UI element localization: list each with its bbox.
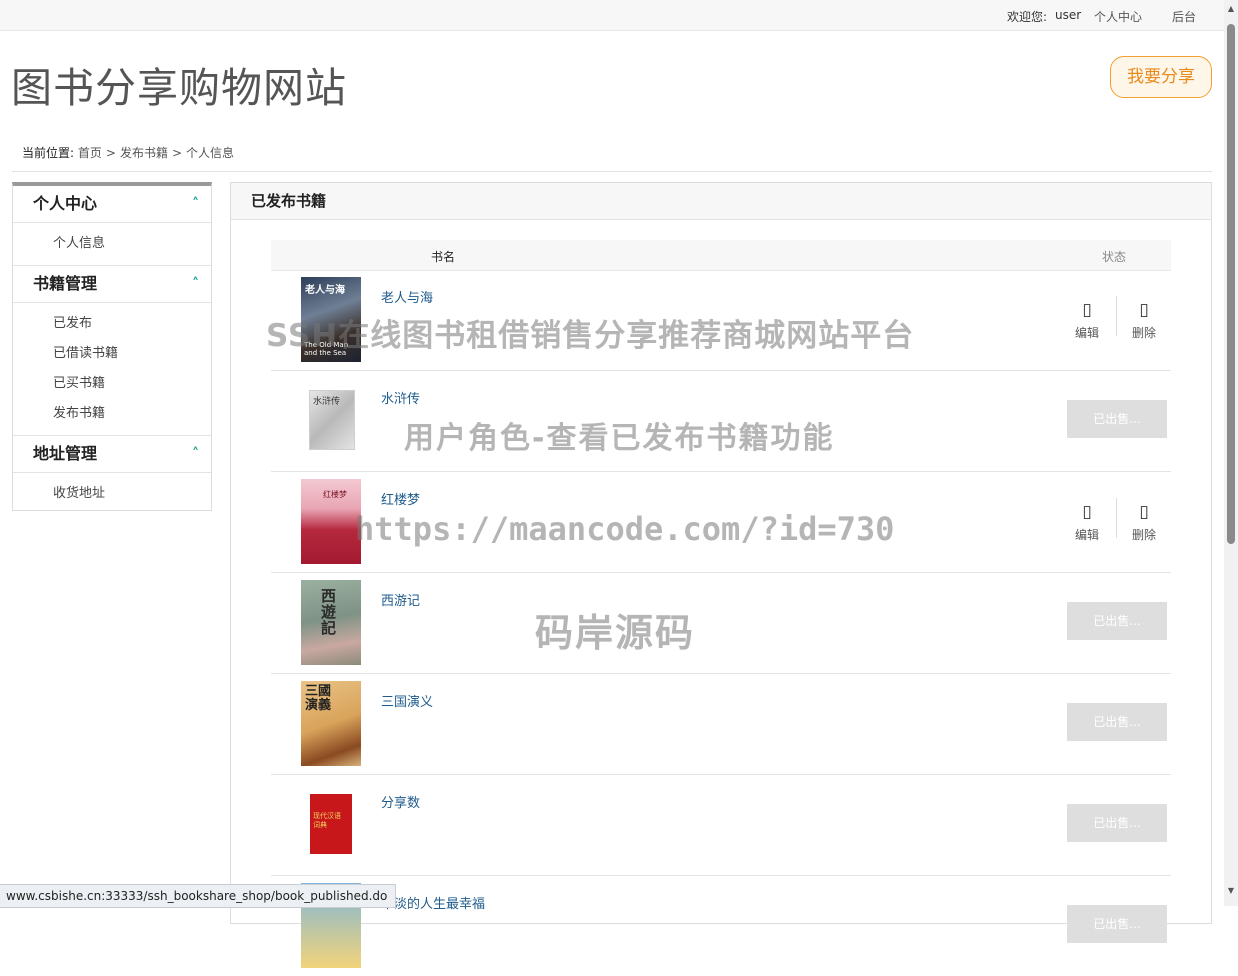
- share-button[interactable]: 我要分享: [1110, 56, 1212, 98]
- sidebar-group-address: 地址管理 ˄ 收货地址: [13, 436, 211, 515]
- breadcrumb-publish[interactable]: 发布书籍: [120, 146, 168, 160]
- chevron-up-icon[interactable]: ˄: [192, 266, 199, 302]
- column-header-status: 状态: [1102, 250, 1127, 264]
- sidebar-item-personal-info[interactable]: 个人信息: [13, 229, 211, 259]
- breadcrumb-home[interactable]: 首页: [78, 146, 102, 160]
- table-header: 书名 状态: [271, 240, 1171, 271]
- action-divider: [1116, 498, 1117, 538]
- sold-status-button: 已出售...: [1067, 400, 1167, 438]
- delete-label: 删除: [1131, 528, 1156, 542]
- browser-status-url: www.csbishe.cn:33333/ssh_bookshare_shop/…: [0, 884, 397, 908]
- site-title[interactable]: 图书分享购物网站: [11, 54, 347, 114]
- table-row: 水浒传 水浒传 已出售...: [271, 371, 1171, 472]
- published-books-panel: 已发布书籍 书名 状态 老人与海 The Old Man and the Sea …: [230, 182, 1212, 968]
- sold-status-button: 已出售...: [1067, 804, 1167, 842]
- edit-icon: ▯: [1082, 502, 1092, 522]
- table-row: 平淡的人生最幸福 已出售...: [271, 876, 1171, 976]
- sidebar-header-label: 书籍管理: [33, 274, 98, 293]
- welcome-text: 欢迎您:: [1007, 10, 1048, 24]
- book-cover-image[interactable]: 水浒传: [301, 378, 361, 463]
- edit-button[interactable]: ▯ 编辑: [1067, 300, 1107, 341]
- edit-icon: ▯: [1082, 300, 1092, 320]
- sidebar-item-borrowed[interactable]: 已借读书籍: [13, 339, 211, 369]
- sidebar-group-books: 书籍管理 ˄ 已发布 已借读书籍 已买书籍 发布书籍: [13, 266, 211, 436]
- sidebar-header-label: 地址管理: [33, 444, 98, 463]
- sold-status-button: 已出售...: [1067, 905, 1167, 943]
- username: user: [1055, 8, 1082, 22]
- book-cover-image[interactable]: 西遊記: [301, 580, 361, 665]
- breadcrumb-separator: >: [105, 146, 116, 160]
- book-cover-image[interactable]: 现代汉语 词典: [301, 782, 361, 867]
- sidebar-header-label: 个人中心: [33, 194, 98, 213]
- top-bar: 欢迎您: user 个人中心 后台: [0, 0, 1224, 31]
- book-cover-image[interactable]: 红楼梦: [301, 479, 361, 564]
- personal-center-link[interactable]: 个人中心: [1094, 8, 1142, 25]
- scrollbar-thumb[interactable]: [1227, 24, 1235, 544]
- sidebar-item-publish-book[interactable]: 发布书籍: [13, 399, 211, 429]
- sold-status-button: 已出售...: [1067, 703, 1167, 741]
- breadcrumb-current: 个人信息: [186, 146, 235, 160]
- table-row: 西遊記 西游记 已出售...: [271, 573, 1171, 674]
- sidebar-item-published[interactable]: 已发布: [13, 309, 211, 339]
- delete-button[interactable]: ▯ 删除: [1124, 502, 1164, 543]
- sidebar-header-address[interactable]: 地址管理 ˄: [13, 436, 211, 473]
- chevron-up-icon[interactable]: ˄: [192, 186, 199, 222]
- sidebar-group-personal: 个人中心 ˄ 个人信息: [13, 186, 211, 266]
- sidebar-header-books[interactable]: 书籍管理 ˄: [13, 266, 211, 303]
- sold-status-button: 已出售...: [1067, 602, 1167, 640]
- book-title-link[interactable]: 分享数: [381, 792, 420, 811]
- admin-link[interactable]: 后台: [1172, 8, 1196, 25]
- book-cover-image[interactable]: 老人与海 The Old Man and the Sea: [301, 277, 361, 362]
- column-header-name: 书名: [431, 250, 456, 264]
- book-title-link[interactable]: 水浒传: [381, 388, 420, 407]
- book-title-link[interactable]: 老人与海: [381, 287, 433, 306]
- table-row: 红楼梦 红楼梦 ▯ 编辑 ▯ 删除: [271, 472, 1171, 573]
- breadcrumb: 当前位置: 首页 > 发布书籍 > 个人信息: [22, 144, 234, 161]
- breadcrumb-label: 当前位置:: [22, 146, 75, 160]
- scroll-down-arrow-icon[interactable]: ▼: [1224, 886, 1238, 898]
- panel-title: 已发布书籍: [231, 183, 1211, 220]
- action-divider: [1116, 296, 1117, 336]
- delete-icon: ▯: [1139, 300, 1149, 320]
- sidebar-header-personal[interactable]: 个人中心 ˄: [13, 186, 211, 223]
- scroll-up-arrow-icon[interactable]: ▲: [1224, 4, 1238, 16]
- book-title-link[interactable]: 红楼梦: [381, 489, 420, 508]
- delete-button[interactable]: ▯ 删除: [1124, 300, 1164, 341]
- edit-label: 编辑: [1074, 326, 1099, 340]
- delete-icon: ▯: [1139, 502, 1149, 522]
- sidebar-item-address[interactable]: 收货地址: [13, 479, 211, 509]
- sidebar: 个人中心 ˄ 个人信息 书籍管理 ˄ 已发布 已借读书籍 已买书籍 发布书籍 地…: [12, 182, 212, 511]
- book-title-link[interactable]: 西游记: [381, 590, 420, 609]
- book-title-link[interactable]: 平淡的人生最幸福: [381, 893, 485, 912]
- edit-label: 编辑: [1074, 528, 1099, 542]
- book-cover-image[interactable]: 三國 演義: [301, 681, 361, 766]
- sidebar-item-bought[interactable]: 已买书籍: [13, 369, 211, 399]
- table-row: 老人与海 The Old Man and the Sea 老人与海 ▯ 编辑 ▯ 删除: [271, 270, 1171, 371]
- chevron-up-icon[interactable]: ˄: [192, 436, 199, 472]
- divider: [12, 171, 1212, 172]
- delete-label: 删除: [1131, 326, 1156, 340]
- breadcrumb-separator: >: [171, 146, 183, 160]
- edit-button[interactable]: ▯ 编辑: [1067, 502, 1107, 543]
- book-title-link[interactable]: 三国演义: [381, 691, 433, 710]
- table-row: 现代汉语 词典 分享数 已出售...: [271, 775, 1171, 876]
- vertical-scrollbar[interactable]: ▲ ▼: [1224, 0, 1238, 906]
- table-row: 三國 演義 三国演义 已出售...: [271, 674, 1171, 775]
